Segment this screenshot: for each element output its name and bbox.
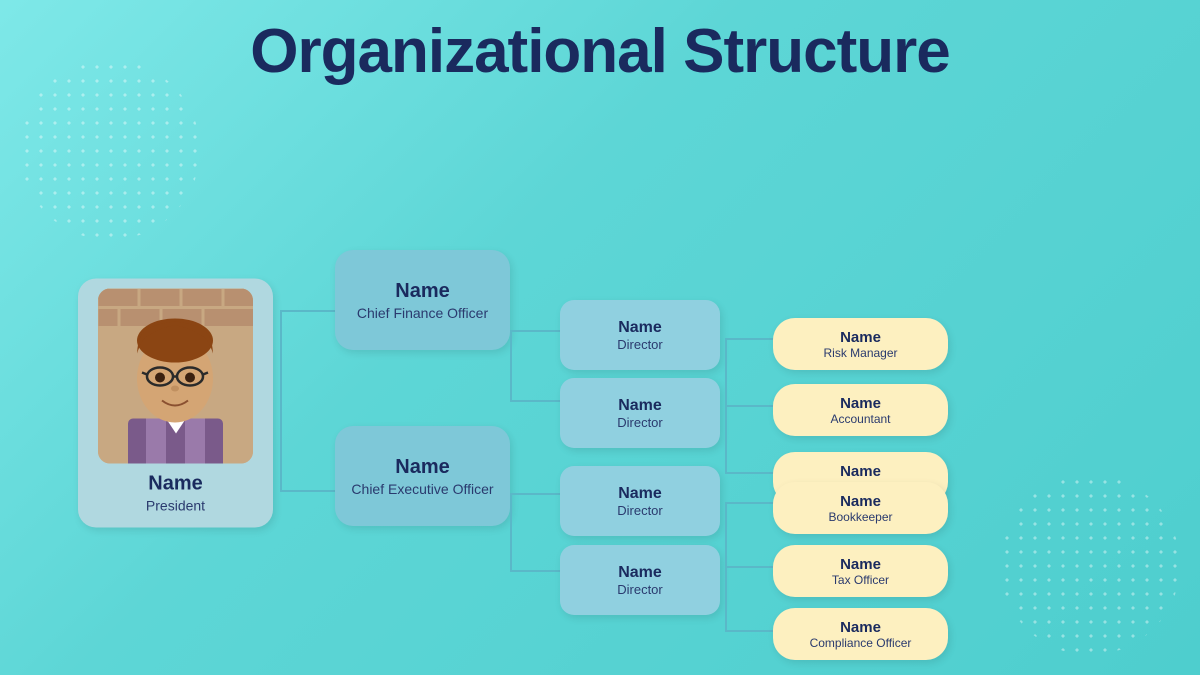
- connector-vertical-main: [280, 310, 282, 492]
- cfo-name: Name: [395, 279, 449, 303]
- staff6-card: Name Compliance Officer: [773, 608, 948, 660]
- staff2-card: Name Accountant: [773, 384, 948, 436]
- director3-block: Name Director: [560, 466, 720, 536]
- president-image: [98, 288, 253, 463]
- director4-role: Director: [617, 582, 663, 597]
- director4-block: Name Director: [560, 545, 720, 615]
- connector-vertical-cfo: [510, 330, 512, 402]
- ceo-block: Name Chief Executive Officer: [335, 426, 510, 526]
- president-photo: [98, 288, 253, 463]
- director3-role: Director: [617, 503, 663, 518]
- staff6-block: Name Compliance Officer: [773, 608, 948, 660]
- staff5-name: Name: [840, 556, 881, 573]
- staff4-role: Bookkeeper: [828, 510, 892, 524]
- staff5-role: Tax Officer: [832, 573, 889, 587]
- connector-ceo-dir3: [510, 493, 560, 495]
- org-chart: Name President Name Chief Finance Office…: [0, 130, 1200, 675]
- staff4-card: Name Bookkeeper: [773, 482, 948, 534]
- staff4-block: Name Bookkeeper: [773, 482, 948, 534]
- ceo-role: Chief Executive Officer: [351, 481, 493, 497]
- connector-pres-cfo: [280, 310, 335, 312]
- connector-dir1-staff1: [725, 338, 773, 340]
- staff2-role: Accountant: [830, 412, 890, 426]
- connector-dir1-staff2: [725, 405, 773, 407]
- president-card: Name President: [78, 278, 273, 527]
- staff1-block: Name Risk Manager: [773, 318, 948, 370]
- director2-name: Name: [618, 397, 662, 415]
- cfo-card: Name Chief Finance Officer: [335, 250, 510, 350]
- director2-role: Director: [617, 415, 663, 430]
- director1-role: Director: [617, 337, 663, 352]
- ceo-name: Name: [395, 455, 449, 479]
- director3-name: Name: [618, 485, 662, 503]
- director4-card: Name Director: [560, 545, 720, 615]
- page-title: Organizational Structure: [0, 0, 1200, 86]
- staff1-card: Name Risk Manager: [773, 318, 948, 370]
- staff5-card: Name Tax Officer: [773, 545, 948, 597]
- connector-cfo-dir1: [510, 330, 560, 332]
- connector-dir2-staff4: [725, 502, 773, 504]
- connector-cfo-dir2: [510, 400, 560, 402]
- connector-dir2-staff5: [725, 566, 773, 568]
- staff6-name: Name: [840, 619, 881, 636]
- director1-card: Name Director: [560, 300, 720, 370]
- staff6-role: Compliance Officer: [810, 636, 912, 650]
- director3-card: Name Director: [560, 466, 720, 536]
- staff3-name: Name: [840, 463, 881, 480]
- director1-name: Name: [618, 319, 662, 337]
- connector-dir2-staff6: [725, 630, 773, 632]
- president-role: President: [146, 497, 205, 513]
- connector-vertical-ceo: [510, 493, 512, 572]
- director4-name: Name: [618, 564, 662, 582]
- staff2-block: Name Accountant: [773, 384, 948, 436]
- staff1-name: Name: [840, 329, 881, 346]
- connector-ceo-dir4: [510, 570, 560, 572]
- staff1-role: Risk Manager: [823, 346, 897, 360]
- connector-dir1-staff3: [725, 472, 773, 474]
- cfo-role: Chief Finance Officer: [357, 305, 488, 321]
- cfo-block: Name Chief Finance Officer: [335, 250, 510, 350]
- connector-pres-ceo: [280, 490, 335, 492]
- ceo-card: Name Chief Executive Officer: [335, 426, 510, 526]
- president-block: Name President: [78, 278, 273, 527]
- staff5-block: Name Tax Officer: [773, 545, 948, 597]
- director1-block: Name Director: [560, 300, 720, 370]
- staff4-name: Name: [840, 493, 881, 510]
- president-name: Name: [148, 471, 202, 495]
- director2-card: Name Director: [560, 378, 720, 448]
- staff2-name: Name: [840, 395, 881, 412]
- director2-block: Name Director: [560, 378, 720, 448]
